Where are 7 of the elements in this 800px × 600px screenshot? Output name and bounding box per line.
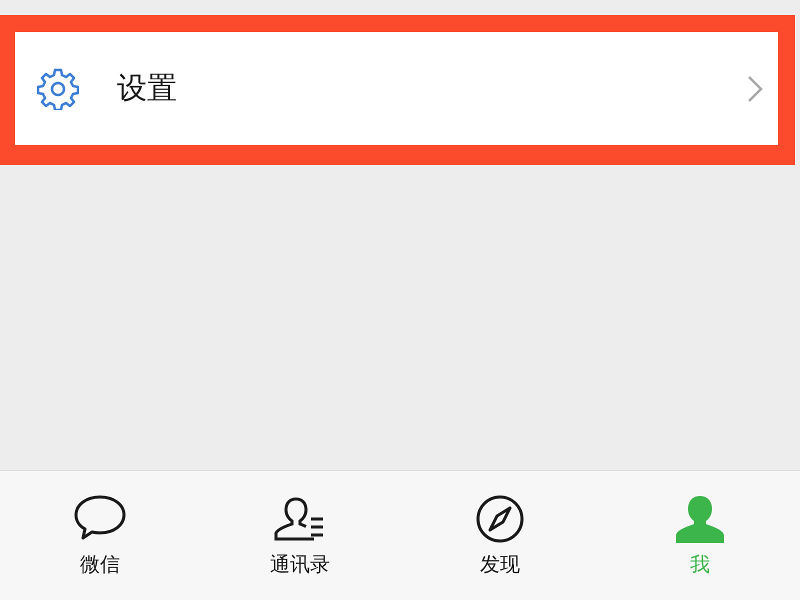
settings-row[interactable]: 设置	[15, 32, 778, 145]
settings-icon	[37, 68, 79, 110]
tab-item[interactable]: 微信	[0, 471, 200, 600]
settings-label: 设置	[117, 70, 178, 108]
tab-item[interactable]: 发现	[400, 471, 600, 600]
tab-item[interactable]: 通讯录	[200, 471, 400, 600]
chevron-right-icon	[747, 74, 763, 102]
